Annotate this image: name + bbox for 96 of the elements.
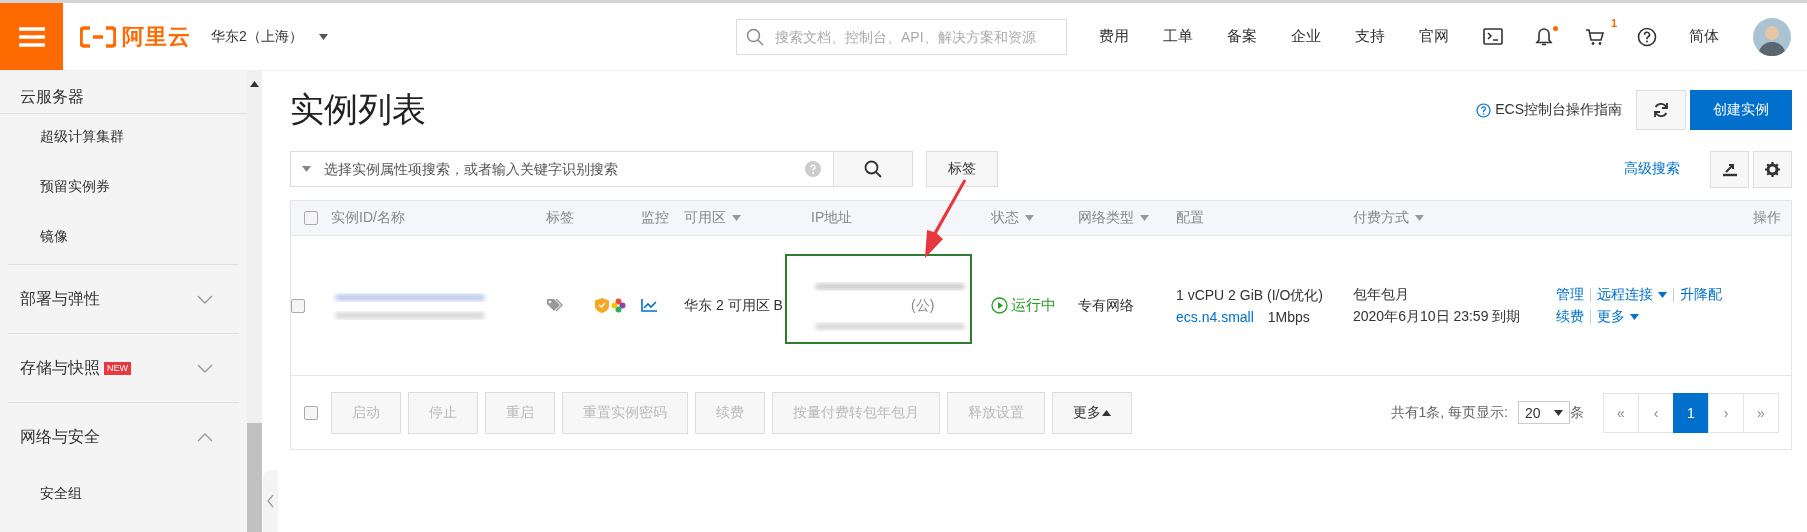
scrollbar-thumb[interactable] xyxy=(247,423,262,532)
menu-icon xyxy=(18,26,45,47)
unit-text: 条 xyxy=(1570,403,1584,422)
page-button[interactable]: » xyxy=(1743,392,1779,433)
caret-icon xyxy=(318,33,328,40)
sort-caret-icon xyxy=(1140,215,1149,221)
column-header: 操作 xyxy=(1753,209,1781,227)
bandwidth-text: 1Mbps xyxy=(1267,308,1310,325)
instance-type-link[interactable]: ecs.n4.small xyxy=(1176,308,1254,325)
column-header: 配置 xyxy=(1176,209,1204,227)
page-button[interactable]: 1 xyxy=(1673,392,1709,433)
nav-link[interactable]: 官网 xyxy=(1419,27,1449,46)
running-icon xyxy=(991,297,1008,314)
action-button[interactable]: 更多 xyxy=(1052,391,1132,434)
page-summary: 共有1条, 每页显示: xyxy=(1390,403,1508,422)
search-field[interactable]: 选择实例属性项搜索，或者输入关键字识别搜索 xyxy=(290,151,833,187)
nav-link[interactable]: 工单 xyxy=(1163,27,1193,46)
chevron-left-icon xyxy=(267,494,274,508)
new-badge: NEW xyxy=(104,361,131,375)
settings-button[interactable] xyxy=(1753,150,1792,188)
column-header: 实例ID/名称 xyxy=(331,209,405,227)
checkbox[interactable] xyxy=(304,405,318,420)
sidebar-item[interactable]: 镜像 xyxy=(0,214,247,264)
search-field[interactable]: 搜索文档、控制台、API、解决方案和资源 xyxy=(736,18,1067,55)
caret-up-icon xyxy=(1102,409,1111,416)
caret-icon xyxy=(1630,313,1639,320)
settings-icon xyxy=(1765,161,1780,177)
scrollbar-track[interactable] xyxy=(247,71,262,532)
collapse-handle[interactable] xyxy=(263,470,278,532)
action-link[interactable]: 更多 xyxy=(1597,307,1639,326)
sidebar-group[interactable]: 存储与快照 NEW xyxy=(8,333,239,402)
avatar[interactable] xyxy=(1753,17,1791,56)
column-header: 标签 xyxy=(546,209,574,227)
nav-link[interactable]: 备案 xyxy=(1227,27,1257,46)
column-header: 监控 xyxy=(641,209,669,227)
menu-button[interactable] xyxy=(0,3,63,70)
page-button[interactable]: ‹ xyxy=(1638,392,1674,433)
cart-count: 1 xyxy=(1610,16,1617,29)
sort-caret-icon xyxy=(732,215,741,221)
zone-text: 华东 2 可用区 B xyxy=(684,296,783,315)
caret-icon xyxy=(302,166,311,172)
help-icon xyxy=(805,161,821,177)
sidebar-item[interactable]: 安全组 xyxy=(0,471,247,521)
search-button[interactable] xyxy=(833,151,913,187)
export-icon xyxy=(1721,161,1738,177)
bell-icon[interactable] xyxy=(1535,26,1553,47)
scroll-up-icon xyxy=(250,81,259,87)
nav-link[interactable]: 支持 xyxy=(1355,27,1385,46)
ip-type-label: (公) xyxy=(911,296,935,315)
sort-caret-icon xyxy=(1415,215,1424,221)
page-size-select[interactable]: 20 xyxy=(1518,401,1570,424)
flower-icon[interactable] xyxy=(611,298,626,313)
logo-text: 阿里云 xyxy=(122,22,191,51)
tag-button[interactable]: 标签 xyxy=(926,151,998,187)
caret-icon xyxy=(1658,291,1667,298)
logo-icon xyxy=(80,25,116,48)
create-instance-button[interactable]: 创建实例 xyxy=(1690,90,1792,130)
refresh-icon xyxy=(1653,102,1669,118)
action-link[interactable]: 远程连接 xyxy=(1597,285,1667,304)
action-link[interactable]: 管理 xyxy=(1556,285,1584,304)
refresh-button[interactable] xyxy=(1636,90,1686,130)
terminal-icon[interactable] xyxy=(1483,28,1503,45)
network-type: 专有网络 xyxy=(1078,296,1134,315)
guide-link[interactable]: ECS控制台操作指南 xyxy=(1476,101,1622,119)
tag-icon[interactable] xyxy=(546,298,563,313)
language-link[interactable]: 简体 xyxy=(1689,27,1719,46)
page-button[interactable]: › xyxy=(1708,392,1744,433)
action-link[interactable]: 续费 xyxy=(1556,307,1584,326)
billing-type: 包年包月 xyxy=(1353,285,1409,304)
column-header[interactable]: 付费方式 xyxy=(1353,209,1424,227)
help-icon[interactable] xyxy=(1637,26,1657,47)
page-button[interactable]: « xyxy=(1603,392,1639,433)
region-selector[interactable]: 华东2（上海） xyxy=(211,27,328,46)
action-link[interactable]: 升降配 xyxy=(1680,285,1722,304)
search-icon xyxy=(746,27,764,46)
sidebar-group[interactable]: 网络与安全 xyxy=(8,402,239,471)
column-header: IP地址 xyxy=(811,209,853,227)
export-button[interactable] xyxy=(1710,150,1749,188)
sort-caret-icon xyxy=(1025,215,1034,221)
cart-icon[interactable] xyxy=(1585,27,1605,46)
help-icon xyxy=(1476,102,1492,118)
config-text: 1 vCPU 2 GiB (I/O优化) xyxy=(1176,286,1324,305)
checkbox[interactable] xyxy=(304,211,318,225)
nav-link[interactable]: 企业 xyxy=(1291,27,1321,46)
expiry-text: 2020年6月10日 23:59 到期 xyxy=(1353,307,1521,326)
search-icon xyxy=(864,160,882,178)
checkbox[interactable] xyxy=(291,298,305,313)
status-text: 运行中 xyxy=(1011,296,1056,315)
sidebar-group[interactable]: 部署与弹性 xyxy=(8,264,239,333)
page-title: 实例列表 xyxy=(290,89,426,130)
nav-link[interactable]: 费用 xyxy=(1099,27,1129,46)
sidebar-item[interactable]: 预留实例券 xyxy=(0,164,247,214)
caret-icon xyxy=(1554,409,1563,416)
advanced-search-link[interactable]: 高级搜索 xyxy=(1624,160,1680,178)
sidebar-item[interactable]: 超级计算集群 xyxy=(0,114,247,164)
line-chart-icon[interactable] xyxy=(641,299,657,312)
